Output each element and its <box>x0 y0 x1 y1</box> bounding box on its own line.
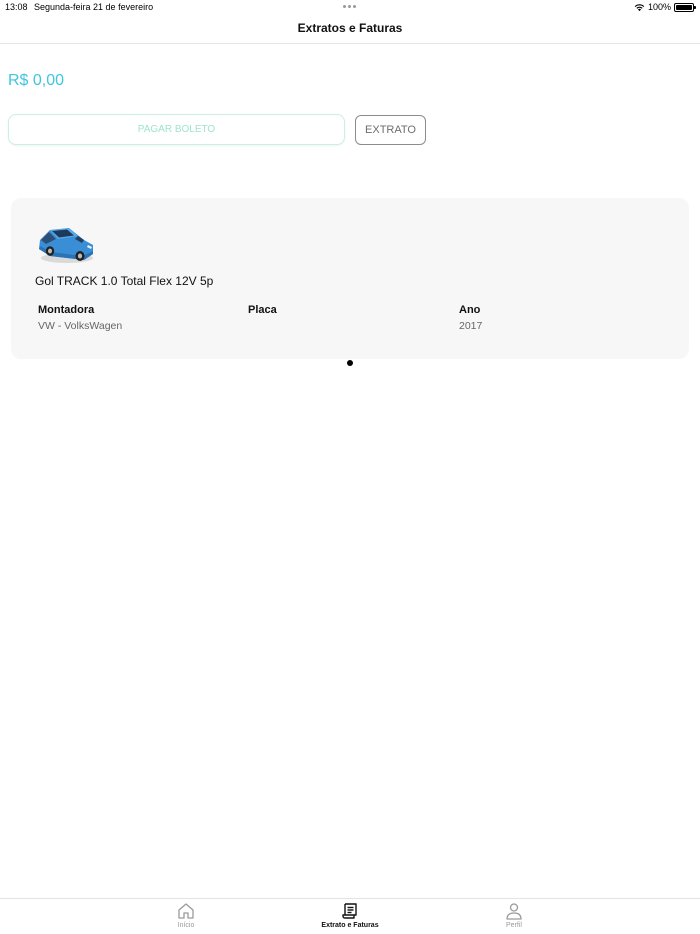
receipt-icon <box>342 903 357 919</box>
tab-bar: Início Extrato e Faturas Perfil <box>0 898 700 934</box>
home-icon <box>178 903 194 919</box>
status-indicators: 100% <box>634 2 696 12</box>
balance-amount: R$ 0,00 <box>8 72 65 89</box>
person-icon <box>506 903 522 920</box>
make-value: VW - VolksWagen <box>38 320 123 332</box>
multitasking-dots-icon[interactable] <box>343 5 356 8</box>
battery-icon <box>674 2 696 12</box>
spec-year: Ano 2017 <box>459 304 482 332</box>
make-label: Montadora <box>38 304 95 316</box>
car-image <box>39 228 93 263</box>
spec-plate: Placa <box>248 304 277 320</box>
plate-label: Placa <box>248 304 277 316</box>
pay-boleto-button[interactable]: PAGAR BOLETO <box>8 114 345 145</box>
tab-home-label: Início <box>177 922 195 929</box>
header-divider <box>0 43 700 44</box>
status-time: 13:08 <box>5 2 28 12</box>
status-bar: 13:08 Segunda-feira 21 de fevereiro 100% <box>0 0 700 16</box>
status-date: Segunda-feira 21 de fevereiro <box>34 2 154 12</box>
page-title: Extratos e Faturas <box>297 21 403 35</box>
vehicle-model: Gol TRACK 1.0 Total Flex 12V 5p <box>35 274 214 288</box>
tab-profile[interactable]: Perfil <box>469 901 559 929</box>
tab-home[interactable]: Início <box>141 901 231 929</box>
tab-invoices[interactable]: Extrato e Faturas <box>305 901 395 929</box>
battery-percent: 100% <box>647 2 671 12</box>
year-value: 2017 <box>459 320 483 332</box>
tab-invoices-label: Extrato e Faturas <box>321 922 379 929</box>
page-indicator-dot[interactable] <box>347 360 353 366</box>
year-label: Ano <box>459 304 481 316</box>
extract-button[interactable]: EXTRATO <box>355 115 426 145</box>
wifi-icon <box>634 3 645 11</box>
spec-make: Montadora VW - VolksWagen <box>38 304 122 332</box>
vehicle-card[interactable]: Gol TRACK 1.0 Total Flex 12V 5p Montador… <box>11 198 689 359</box>
tab-profile-label: Perfil <box>506 922 522 929</box>
